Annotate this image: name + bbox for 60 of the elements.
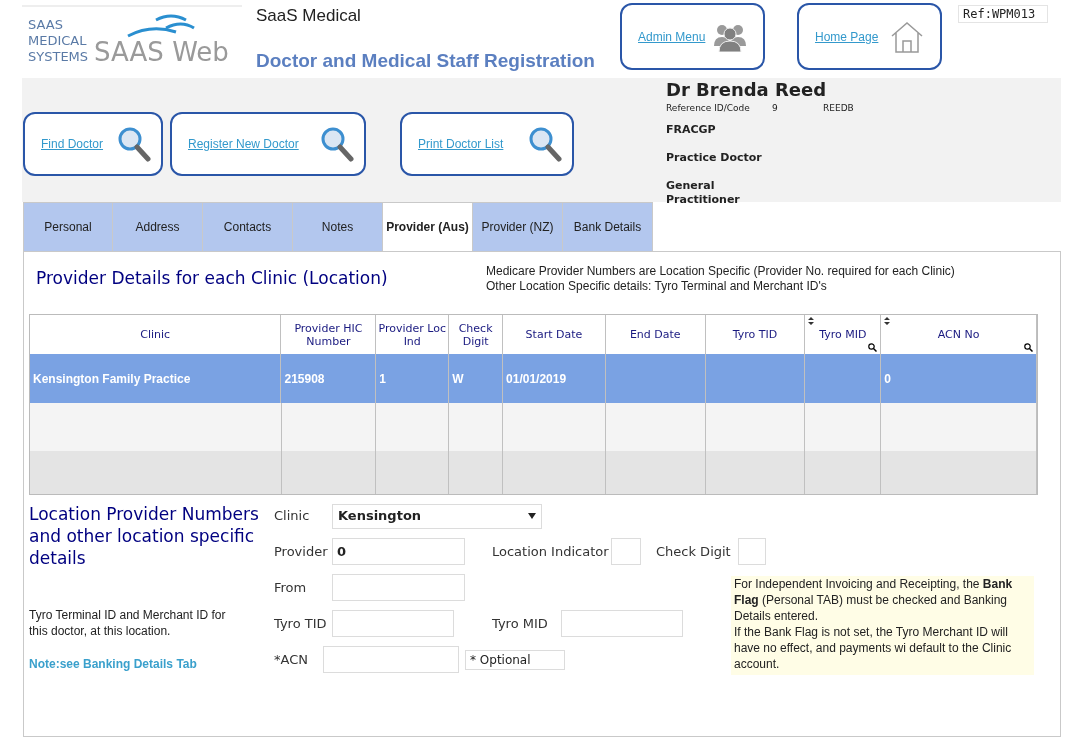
tab[interactable]: Provider (NZ) — [473, 202, 563, 251]
info-text: Tyro Terminal ID and Merchant ID for this doctor, at this location. — [29, 607, 227, 639]
reference-code: REEDB — [823, 102, 854, 115]
info-text: Other Location Specific details: Tyro Terminal and Merchant ID's — [486, 279, 828, 294]
table-cell-text: W — [452, 370, 464, 388]
doctor-role: Practice Doctor — [666, 150, 763, 166]
sort-icon — [808, 317, 815, 325]
search-icon — [868, 343, 878, 352]
field-label: *ACN — [274, 650, 309, 669]
table-cell-text: 1 — [379, 370, 386, 388]
logo-text: SAAS — [28, 17, 64, 33]
reference-code: Ref:WPM013 — [958, 5, 1048, 23]
location-indicator-field[interactable] — [611, 538, 641, 565]
tyro-tid-field[interactable] — [332, 610, 454, 637]
dropdown-caret-icon — [528, 513, 536, 519]
bank-note: For Independent Invoicing and Receipting, the Bank Flag (Personal TAB) must be checked and Banking Details entered. If the Bank Flag is not set, the Tyro Merchant ID will have no effect, and payments wi default to the Clinic account. — [731, 576, 1034, 675]
field-label: From — [274, 578, 308, 597]
section-title: Provider Details for each Clinic (Location) — [36, 267, 389, 290]
field-label: Tyro TID — [274, 614, 328, 633]
optional-note: * Optional — [465, 649, 565, 670]
provider-field[interactable]: 0 — [332, 538, 465, 565]
clinic-dropdown[interactable]: Kensington — [332, 503, 542, 529]
field-label: Tyro MID — [492, 614, 549, 633]
field-label: Provider — [274, 542, 329, 561]
specialty: General Practitioner — [666, 178, 741, 207]
search-icon — [1024, 343, 1033, 352]
tab[interactable]: Provider (Aus) — [383, 202, 473, 251]
tab[interactable]: Address — [113, 202, 203, 251]
field-label: Location Indicator — [492, 542, 610, 561]
reference-id: 9 — [772, 102, 779, 115]
qualification: FRACGP — [666, 121, 717, 138]
logo-text: SYSTEMS — [28, 49, 89, 65]
check-digit-field[interactable] — [738, 538, 766, 565]
page-title: Doctor and Medical Staff Registration — [256, 48, 596, 73]
search-icon — [320, 126, 354, 162]
field-label: Clinic — [274, 507, 311, 526]
acn-field[interactable] — [323, 646, 459, 673]
table-cell-text: 215908 — [284, 370, 325, 388]
table-cell-text: 0 — [884, 370, 891, 388]
tab[interactable]: Contacts — [203, 202, 293, 251]
tab[interactable]: Bank Details — [563, 202, 653, 251]
reference-label: Reference ID/Code — [666, 102, 751, 115]
doctor-name: Dr Brenda Reed — [666, 80, 828, 100]
search-icon — [117, 126, 151, 162]
search-icon — [528, 126, 562, 162]
wave-logo-icon — [126, 12, 197, 38]
sort-icon — [884, 317, 891, 325]
tab[interactable]: Personal — [23, 202, 113, 251]
table-cell-text: Kensington Family Practice — [33, 370, 191, 388]
info-text: Medicare Provider Numbers are Location Specific (Provider No. required for each Clinic) — [486, 264, 955, 279]
app-name: SaaS Medical — [256, 5, 362, 27]
section-title: Location Provider Numbers and other location specific details — [29, 503, 260, 569]
table-cell-text: 01/01/2019 — [506, 370, 567, 388]
tyro-mid-field[interactable] — [561, 610, 683, 637]
logo-text: MEDICAL — [28, 33, 88, 49]
logo-wordmark: SAAS Web — [94, 38, 229, 66]
from-date-field[interactable] — [332, 574, 465, 601]
tab[interactable]: Notes — [293, 202, 383, 251]
field-label: Check Digit — [656, 542, 732, 561]
house-icon — [890, 20, 924, 53]
